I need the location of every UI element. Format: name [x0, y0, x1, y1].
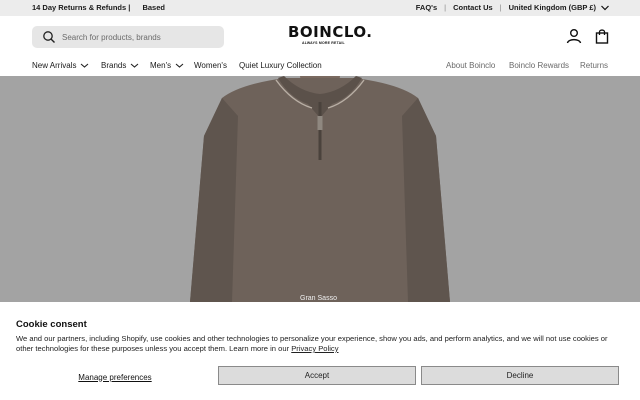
- main-navigation: New Arrivals Brands Men's Women's Quiet …: [0, 60, 640, 76]
- nav-label: New Arrivals: [32, 61, 77, 70]
- search-bar[interactable]: [32, 26, 224, 48]
- nav-returns[interactable]: Returns: [580, 61, 608, 70]
- nav-label: Women's: [194, 61, 227, 70]
- promo-based: Based: [142, 3, 165, 12]
- cookie-title: Cookie consent: [16, 319, 87, 330]
- region-label: United Kingdom (GBP £): [508, 3, 596, 12]
- search-icon: [43, 31, 55, 43]
- nav-about[interactable]: About Boinclo: [446, 61, 495, 70]
- cookie-consent-banner: Cookie consent We and our partners, incl…: [0, 302, 640, 400]
- nav-womens[interactable]: Women's: [194, 61, 227, 70]
- manage-preferences-link[interactable]: Manage preferences: [16, 368, 214, 386]
- product-image: [0, 76, 640, 302]
- decline-button[interactable]: Decline: [421, 366, 619, 385]
- contact-link[interactable]: Contact Us: [453, 3, 493, 12]
- nav-mens[interactable]: Men's: [150, 61, 184, 70]
- search-input[interactable]: [62, 32, 212, 42]
- nav-rewards[interactable]: Boinclo Rewards: [509, 61, 569, 70]
- utility-links: FAQ's | Contact Us | United Kingdom (GBP…: [416, 3, 610, 12]
- site-logo[interactable]: BOINCLO. ALWAYS MORE RETAIL: [288, 23, 373, 51]
- divider: |: [444, 3, 447, 12]
- nav-label: Returns: [580, 61, 609, 70]
- promo-returns: 14 Day Returns & Refunds |: [32, 3, 131, 12]
- hero-banner[interactable]: Gran Sasso: [0, 76, 640, 302]
- region-selector[interactable]: United Kingdom (GBP £): [509, 3, 610, 12]
- chevron-down-icon: [131, 63, 139, 68]
- site-header: BOINCLO. ALWAYS MORE RETAIL New Arrivals…: [0, 16, 640, 76]
- accept-button[interactable]: Accept: [218, 366, 416, 385]
- logo-tagline: ALWAYS MORE RETAIL: [302, 41, 345, 45]
- chevron-down-icon: [175, 63, 184, 68]
- nav-label: About Boinclo: [446, 61, 496, 70]
- nav-label: Quiet Luxury Collection: [239, 61, 322, 70]
- nav-new-arrivals[interactable]: New Arrivals: [32, 61, 89, 70]
- privacy-policy-link[interactable]: Privacy Policy: [291, 344, 338, 353]
- cookie-body: We and our partners, including Shopify, …: [16, 334, 616, 354]
- promo-text: 14 Day Returns & Refunds | Based: [32, 3, 165, 12]
- nav-label: Men's: [150, 61, 172, 70]
- nav-label: Brands: [101, 61, 127, 70]
- nav-quiet-luxury[interactable]: Quiet Luxury Collection: [239, 61, 322, 70]
- hero-caption: Gran Sasso: [300, 295, 337, 302]
- announcement-bar: 14 Day Returns & Refunds | Based FAQ's |…: [0, 0, 640, 16]
- faqs-link[interactable]: FAQ's: [416, 3, 437, 12]
- divider: |: [499, 3, 502, 12]
- chevron-down-icon: [601, 5, 609, 10]
- nav-brands[interactable]: Brands: [101, 61, 139, 70]
- bag-icon[interactable]: [594, 28, 610, 44]
- account-icon[interactable]: [566, 28, 582, 44]
- chevron-down-icon: [81, 63, 89, 68]
- logo-wordmark: BOINCLO.: [288, 23, 373, 41]
- nav-label: Boinclo Rewards: [509, 61, 570, 70]
